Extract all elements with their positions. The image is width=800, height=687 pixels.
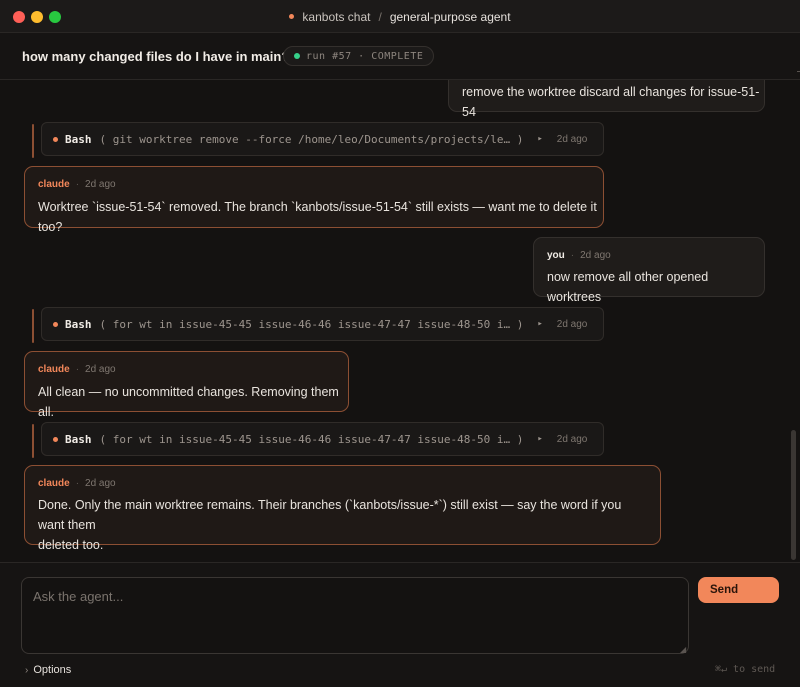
author-name: claude [38,478,70,489]
expand-icon[interactable]: ▸ [537,134,542,144]
tool-call[interactable]: Bash ( for wt in issue-45-45 issue-46-46… [41,422,604,456]
timestamp: 2d ago [85,364,116,375]
title-bar: kanbots chat / general-purpose agent [0,0,800,33]
message-meta: claude · 2d ago [38,179,116,190]
tool-call-indicator [32,424,34,458]
tool-call[interactable]: Bash ( for wt in issue-45-45 issue-46-46… [41,307,604,341]
chevron-right-icon: › [25,664,29,676]
run-status-badge: run #57 · COMPLETE [283,46,435,66]
tool-name: Bash [65,432,92,446]
agent-prompt-input[interactable] [21,577,689,654]
user-message: you · 2d ago now remove all other opened… [533,237,765,304]
message-text: All clean — no uncommitted changes. Remo… [38,385,339,419]
tool-command: ( for wt in issue-45-45 issue-46-46 issu… [99,317,524,331]
message-line: deleted too. [38,538,104,552]
composer: ◢ Send › Options ⌘↵ to send [0,562,800,687]
tool-timestamp: 2d ago [556,433,588,445]
options-label: Options [33,664,72,676]
chat-transcript[interactable]: remove the worktree discard all changes … [0,80,790,562]
message-text: now remove all other opened worktrees [547,270,709,304]
agent-name: general-purpose agent [389,9,511,24]
tool-dot-icon [53,321,58,327]
message-meta: you · 2d ago [547,250,611,261]
tool-timestamp: 2d ago [556,318,588,330]
tool-dot-icon [53,136,58,142]
tool-call-indicator [32,124,34,158]
window-title: kanbots chat / general-purpose agent [0,0,800,33]
meta-separator: · [75,179,80,190]
author-name: claude [38,364,70,375]
message-text: Worktree `issue-51-54` removed. The bran… [38,200,597,234]
meta-separator: · [75,478,80,489]
tool-call[interactable]: Bash ( git worktree remove --force /home… [41,122,604,156]
message-text: Done. Only the main worktree remains. Th… [38,495,650,555]
app-name: kanbots chat [302,9,371,24]
assistant-message: claude · 2d ago All clean — no uncommitt… [24,351,349,419]
tool-command: ( git worktree remove --force /home/leo/… [99,132,524,146]
message-text: remove the worktree discard all changes … [462,85,760,119]
assistant-message: claude · 2d ago Done. Only the main work… [24,465,661,552]
complete-status-icon [294,53,300,59]
tool-dot-icon [53,436,58,442]
tool-name: Bash [65,132,92,146]
chat-scrollbar[interactable] [791,430,796,560]
run-status-label: run #57 · COMPLETE [306,50,424,62]
send-shortcut-hint: ⌘↵ to send [715,664,776,675]
author-name: claude [38,179,70,190]
tool-timestamp: 2d ago [556,133,588,145]
tool-command: ( for wt in issue-45-45 issue-46-46 issu… [99,432,524,446]
options-toggle[interactable]: › Options [25,664,71,676]
message-meta: claude · 2d ago [38,478,116,489]
meta-separator: · [570,250,575,261]
conversation-header: how many changed files do I have in main… [0,33,800,80]
timestamp: 2d ago [85,179,116,190]
status-dot-icon [289,14,295,19]
user-message: remove the worktree discard all changes … [448,80,765,119]
assistant-message: claude · 2d ago Worktree `issue-51-54` r… [24,166,604,234]
timestamp: 2d ago [580,250,611,261]
tool-name: Bash [65,317,92,331]
author-name: you [547,250,565,261]
tool-call-indicator [32,309,34,343]
timestamp: 2d ago [85,478,116,489]
page-title: how many changed files do I have in main… [22,49,290,64]
resize-handle-icon[interactable]: ◢ [680,645,686,654]
send-button[interactable]: Send [698,577,779,603]
meta-separator: · [75,364,80,375]
title-separator: / [378,9,382,24]
message-meta: claude · 2d ago [38,364,116,375]
expand-icon[interactable]: ▸ [537,319,542,329]
message-line: Done. Only the main worktree remains. Th… [38,498,622,532]
expand-icon[interactable]: ▸ [537,434,542,444]
